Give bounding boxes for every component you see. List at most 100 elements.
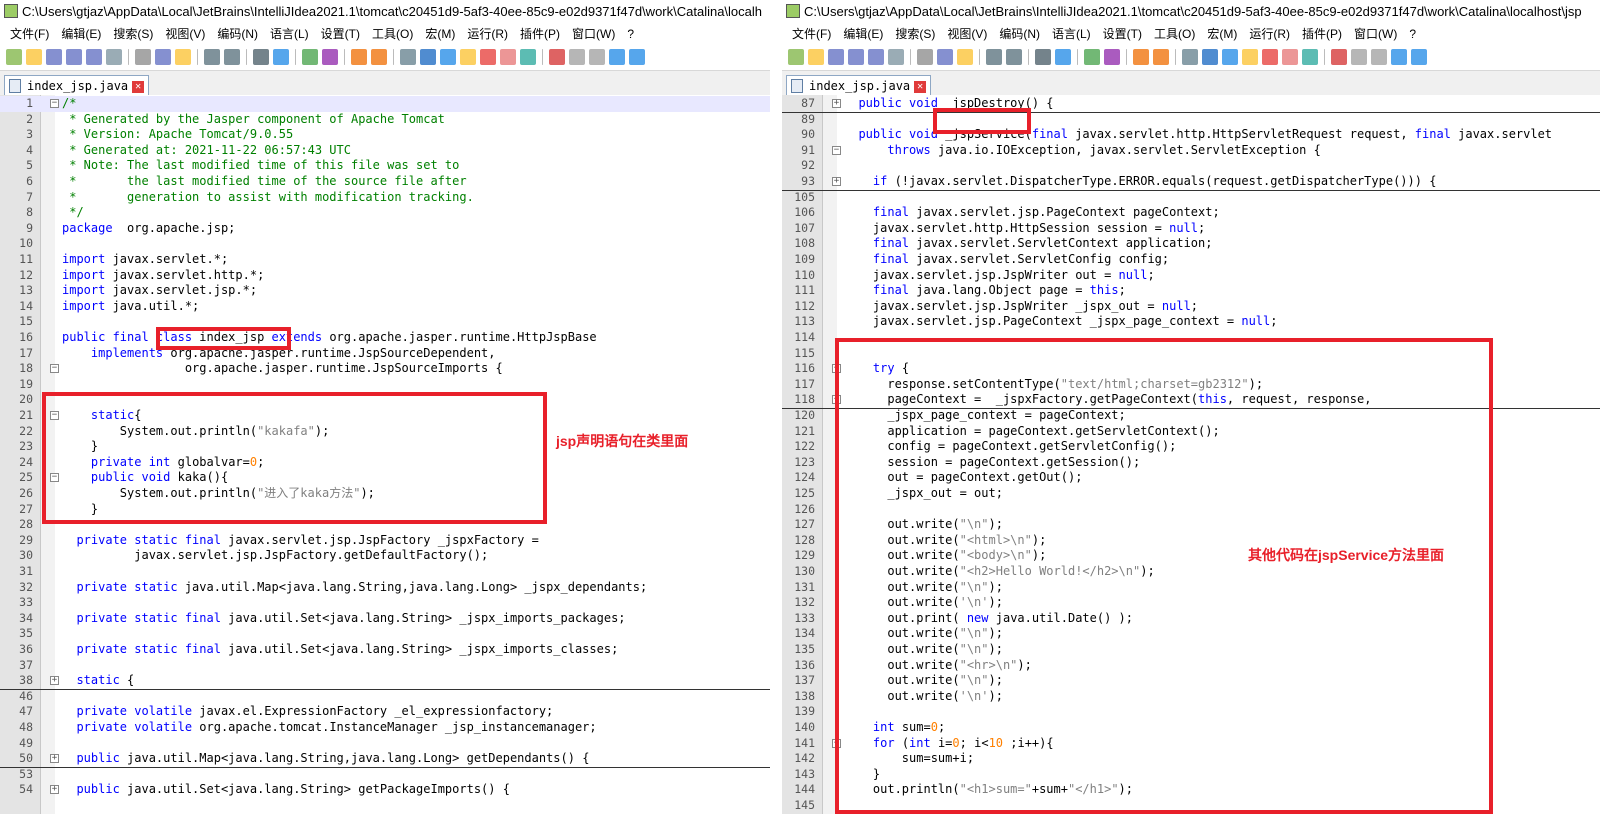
close-tab-icon[interactable]: ✕: [914, 81, 927, 93]
code-line[interactable]: 87 + public void jspDestroy() {: [782, 96, 1600, 113]
code-line[interactable]: 90 public void _jspService(final javax.s…: [782, 127, 1600, 143]
code-line[interactable]: 111 final java.lang.Object page = this;: [782, 283, 1600, 299]
code-line[interactable]: 105: [782, 190, 1600, 206]
toolbar-button-icon[interactable]: [589, 49, 605, 65]
toolbar-button-icon[interactable]: [569, 49, 585, 65]
code-line[interactable]: 91 − throws java.io.IOException, javax.se…: [782, 143, 1600, 159]
code-line[interactable]: 12 import javax.servlet.http.*;: [0, 268, 770, 284]
code-line[interactable]: 30 javax.servlet.jsp.JspFactory.getDefau…: [0, 548, 770, 564]
toolbar-button-icon[interactable]: [549, 49, 565, 65]
menu-item[interactable]: 搜索(S): [107, 24, 159, 44]
code-line[interactable]: 1 −/*: [0, 96, 770, 112]
menu-item[interactable]: 视图(V): [159, 24, 211, 44]
code-line[interactable]: 16 public final class index_jsp extends o…: [0, 330, 770, 346]
toolbar-button-icon[interactable]: [848, 49, 864, 65]
menu-item[interactable]: 编码(N): [993, 24, 1046, 44]
menu-item[interactable]: 设置(T): [1097, 24, 1148, 44]
code-line[interactable]: 4 * Generated at: 2021-11-22 06:57:43 UT…: [0, 143, 770, 159]
toolbar-button-icon[interactable]: [371, 49, 387, 65]
fold-expand-icon[interactable]: +: [832, 177, 841, 186]
toolbar-button-icon[interactable]: [957, 49, 973, 65]
toolbar-button-icon[interactable]: [1282, 49, 1298, 65]
code-line[interactable]: 33: [0, 595, 770, 611]
code-line[interactable]: 19: [0, 377, 770, 393]
toolbar-button-icon[interactable]: [1133, 49, 1149, 65]
code-line[interactable]: 38 + static {: [0, 673, 770, 690]
code-line[interactable]: 46: [0, 689, 770, 705]
toolbar-button-icon[interactable]: [1351, 49, 1367, 65]
toolbar-button-icon[interactable]: [1411, 49, 1427, 65]
menu-item[interactable]: 运行(R): [461, 24, 514, 44]
menu-item[interactable]: 编码(N): [211, 24, 264, 44]
toolbar-button-icon[interactable]: [937, 49, 953, 65]
code-line[interactable]: 113 javax.servlet.jsp.PageContext _jspx_…: [782, 314, 1600, 330]
toolbar-button-icon[interactable]: [1302, 49, 1318, 65]
code-line[interactable]: 48 private volatile org.apache.tomcat.In…: [0, 720, 770, 736]
right-tab-index-jsp[interactable]: index_jsp.java ✕: [786, 75, 932, 96]
code-line[interactable]: 14 import java.util.*;: [0, 299, 770, 315]
toolbar-button-icon[interactable]: [351, 49, 367, 65]
menu-item[interactable]: 窗口(W): [1348, 24, 1403, 44]
fold-collapse-icon[interactable]: −: [50, 364, 59, 374]
code-line[interactable]: 109 final javax.servlet.ServletConfig co…: [782, 252, 1600, 268]
code-line[interactable]: 107 javax.servlet.http.HttpSession sessi…: [782, 221, 1600, 237]
code-line[interactable]: 92: [782, 158, 1600, 174]
menu-item[interactable]: 宏(M): [419, 24, 461, 44]
toolbar-button-icon[interactable]: [322, 49, 338, 65]
code-line[interactable]: 49: [0, 736, 770, 752]
toolbar-button-icon[interactable]: [204, 49, 220, 65]
code-line[interactable]: 9 package org.apache.jsp;: [0, 221, 770, 237]
toolbar-button-icon[interactable]: [917, 49, 933, 65]
toolbar-button-icon[interactable]: [1006, 49, 1022, 65]
toolbar-button-icon[interactable]: [400, 49, 416, 65]
code-line[interactable]: 17 implements org.apache.jasper.runtime.…: [0, 346, 770, 362]
toolbar-button-icon[interactable]: [1262, 49, 1278, 65]
code-line[interactable]: 89: [782, 112, 1600, 128]
code-line[interactable]: 3 * Version: Apache Tomcat/9.0.55: [0, 127, 770, 143]
toolbar-button-icon[interactable]: [500, 49, 516, 65]
code-line[interactable]: 8 */: [0, 205, 770, 221]
code-line[interactable]: 5 * Note: The last modified time of this…: [0, 158, 770, 174]
toolbar-button-icon[interactable]: [1391, 49, 1407, 65]
toolbar-button-icon[interactable]: [460, 49, 476, 65]
toolbar-button-icon[interactable]: [1084, 49, 1100, 65]
toolbar-button-icon[interactable]: [86, 49, 102, 65]
menu-item[interactable]: 宏(M): [1201, 24, 1243, 44]
toolbar-button-icon[interactable]: [788, 49, 804, 65]
toolbar-button-icon[interactable]: [1104, 49, 1120, 65]
code-line[interactable]: 54 + public java.util.Set<java.lang.Strin…: [0, 782, 770, 798]
toolbar-button-icon[interactable]: [155, 49, 171, 65]
menu-item[interactable]: 工具(O): [1148, 24, 1201, 44]
toolbar-button-icon[interactable]: [1202, 49, 1218, 65]
toolbar-button-icon[interactable]: [273, 49, 289, 65]
menu-item[interactable]: 文件(F): [4, 24, 55, 44]
toolbar-button-icon[interactable]: [629, 49, 645, 65]
toolbar-button-icon[interactable]: [520, 49, 536, 65]
code-line[interactable]: 10: [0, 236, 770, 252]
toolbar-button-icon[interactable]: [828, 49, 844, 65]
fold-collapse-icon[interactable]: −: [832, 145, 841, 155]
toolbar-button-icon[interactable]: [135, 49, 151, 65]
toolbar-button-icon[interactable]: [1222, 49, 1238, 65]
menu-item[interactable]: ?: [621, 24, 640, 44]
toolbar-button-icon[interactable]: [440, 49, 456, 65]
toolbar-button-icon[interactable]: [1035, 49, 1051, 65]
menu-item[interactable]: 设置(T): [315, 24, 366, 44]
menu-item[interactable]: 搜索(S): [889, 24, 941, 44]
code-line[interactable]: 6 * the last modified time of the source…: [0, 174, 770, 190]
toolbar-button-icon[interactable]: [868, 49, 884, 65]
menu-item[interactable]: 运行(R): [1243, 24, 1296, 44]
toolbar-button-icon[interactable]: [1242, 49, 1258, 65]
fold-expand-icon[interactable]: +: [832, 99, 841, 108]
fold-expand-icon[interactable]: +: [50, 785, 59, 795]
toolbar-button-icon[interactable]: [66, 49, 82, 65]
code-line[interactable]: 18 − org.apache.jasper.runtime.JspSourceI…: [0, 361, 770, 377]
code-line[interactable]: 50 + public java.util.Map<java.lang.Strin…: [0, 751, 770, 768]
code-line[interactable]: 32 private static java.util.Map<java.lan…: [0, 580, 770, 596]
code-line[interactable]: 37: [0, 658, 770, 674]
code-line[interactable]: 11 import javax.servlet.*;: [0, 252, 770, 268]
code-line[interactable]: 7 * generation to assist with modificati…: [0, 190, 770, 206]
toolbar-button-icon[interactable]: [1331, 49, 1347, 65]
menu-item[interactable]: 文件(F): [786, 24, 837, 44]
toolbar-button-icon[interactable]: [1153, 49, 1169, 65]
